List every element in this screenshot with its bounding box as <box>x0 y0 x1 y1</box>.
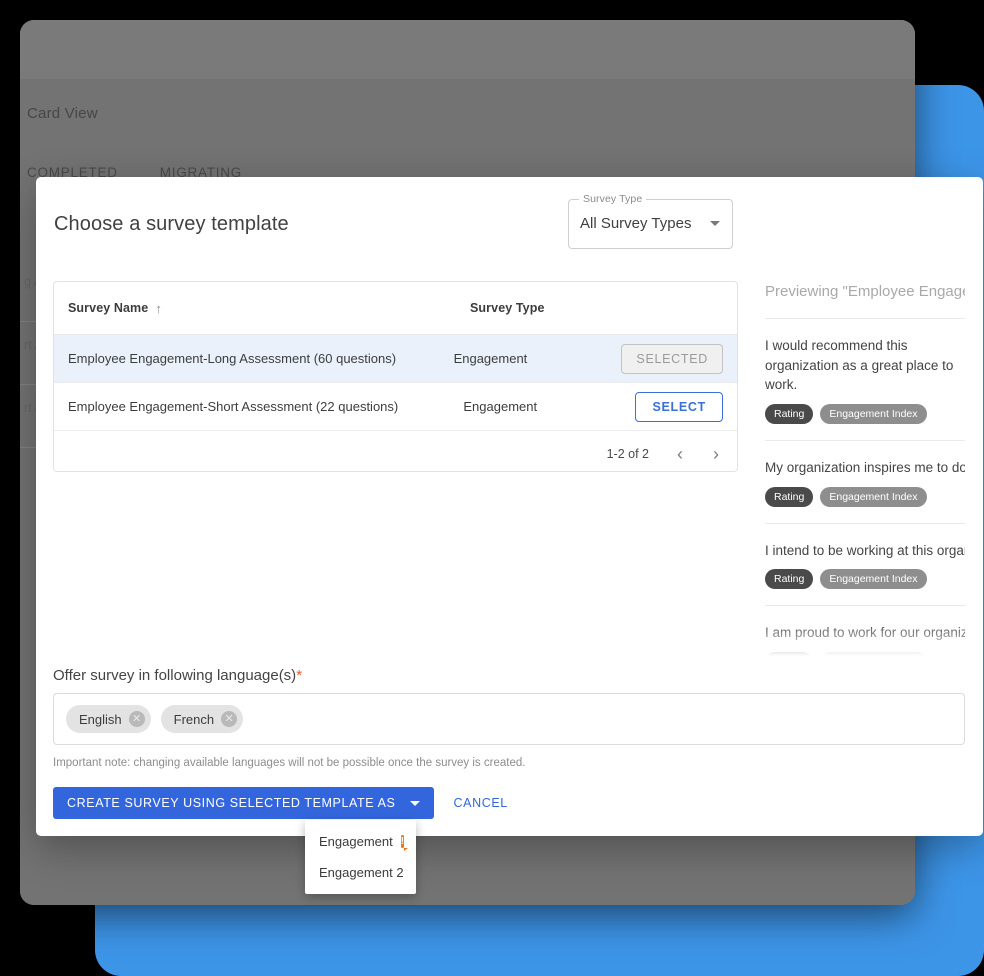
pagination-range: 1-2 of 2 <box>606 447 649 461</box>
column-header-label: Survey Name <box>68 301 149 315</box>
menu-item-label: Engagement <box>319 834 393 849</box>
sort-ascending-arrow-icon: ↑ <box>155 300 162 316</box>
languages-label-text: Offer survey in following language(s) <box>53 667 297 684</box>
preview-title: Previewing "Employee Engagement-Long Ass… <box>765 283 965 300</box>
dialog-footer-actions: CREATE SURVEY USING SELECTED TEMPLATE AS… <box>53 787 518 819</box>
language-chip-french[interactable]: French ✕ <box>160 705 244 733</box>
chevron-down-icon <box>710 221 720 226</box>
survey-type-legend: Survey Type <box>579 193 647 205</box>
table-row[interactable]: Employee Engagement-Long Assessment (60 … <box>54 335 737 383</box>
menu-item-engagement-2[interactable]: Engagement 2 <box>305 857 416 888</box>
create-survey-button-label: CREATE SURVEY USING SELECTED TEMPLATE AS <box>67 796 396 810</box>
languages-label: Offer survey in following language(s)* <box>53 667 302 684</box>
screenshot-stage: Card View COMPLETED MIGRATING g A rt A r… <box>0 0 984 976</box>
selected-button[interactable]: SELECTED <box>621 343 723 374</box>
template-preview-pane: Previewing "Employee Engagement-Long Ass… <box>765 281 965 656</box>
language-chip-label: French <box>173 711 215 727</box>
dialog-header: Choose a survey template Survey Type All… <box>36 177 983 275</box>
preview-question-text: I intend to be working at this organizat… <box>765 542 965 558</box>
cell-survey-name: Employee Engagement-Short Assessment (22… <box>68 399 399 414</box>
table-pagination: 1-2 of 2 ‹ › <box>54 431 737 471</box>
status-badge: Engagement Index <box>820 486 927 507</box>
cell-action: SELECT <box>635 391 723 422</box>
preview-question-item: I would recommend this organization as a… <box>765 318 965 424</box>
language-chip-english[interactable]: English ✕ <box>66 705 151 733</box>
column-header-survey-type[interactable]: Survey Type <box>470 301 645 315</box>
preview-question-chips: Rating Engagement Index <box>765 486 965 507</box>
select-button[interactable]: SELECT <box>635 391 723 422</box>
cell-action: SELECTED <box>621 343 723 374</box>
create-survey-button[interactable]: CREATE SURVEY USING SELECTED TEMPLATE AS <box>53 787 434 819</box>
chevron-left-icon[interactable]: ‹ <box>675 445 685 463</box>
menu-item-engagement[interactable]: Engagement ! <box>305 826 416 857</box>
preview-question-item: My organization inspires me to do my bes… <box>765 439 965 507</box>
page-title: Choose a survey template <box>54 213 289 235</box>
menu-item-label: Engagement 2 <box>319 865 404 880</box>
cell-survey-name: Employee Engagement-Long Assessment (60 … <box>68 351 397 366</box>
cell-survey-type: Engagement <box>453 351 528 366</box>
language-chip-label: English <box>79 711 122 727</box>
choose-survey-template-dialog: Choose a survey template Survey Type All… <box>36 177 983 836</box>
create-survey-as-menu: Engagement ! Engagement 2 <box>305 820 416 894</box>
preview-question-chips: Rating Engagement Index <box>765 569 965 590</box>
preview-question-chips: Rating Engagement Index <box>765 403 965 424</box>
required-marker: * <box>296 667 303 684</box>
chevron-right-icon[interactable]: › <box>711 445 721 463</box>
status-badge: Engagement Index <box>820 569 927 590</box>
preview-question-item: I intend to be working at this organizat… <box>765 522 965 590</box>
survey-type-value: All Survey Types <box>580 215 692 232</box>
table-header-row: Survey Name ↑ Survey Type <box>54 282 737 335</box>
remove-chip-icon[interactable]: ✕ <box>128 711 145 727</box>
preview-question-text: I would recommend this organization as a… <box>765 338 954 393</box>
preview-fade-overlay <box>765 622 965 656</box>
status-badge: Rating <box>765 403 814 424</box>
table-row[interactable]: Employee Engagement-Short Assessment (22… <box>54 383 737 431</box>
column-header-survey-name[interactable]: Survey Name ↑ <box>68 301 470 315</box>
status-badge: Rating <box>765 569 814 590</box>
preview-question-text: My organization inspires me to do my bes… <box>765 459 965 475</box>
chevron-down-icon <box>409 800 420 806</box>
status-badge: Rating <box>765 486 814 507</box>
cell-survey-type: Engagement <box>463 399 538 414</box>
column-header-label: Survey Type <box>470 301 545 315</box>
languages-note: Important note: changing available langu… <box>53 757 526 769</box>
remove-chip-icon[interactable]: ✕ <box>221 711 238 727</box>
survey-template-table: Survey Name ↑ Survey Type Employee Engag… <box>53 281 738 472</box>
warning-badge-icon: ! <box>400 835 409 851</box>
languages-input[interactable]: English ✕ French ✕ <box>53 693 965 745</box>
cancel-button[interactable]: CANCEL <box>444 796 518 810</box>
status-badge: Engagement Index <box>820 403 927 424</box>
survey-type-select[interactable]: Survey Type All Survey Types <box>568 193 733 249</box>
